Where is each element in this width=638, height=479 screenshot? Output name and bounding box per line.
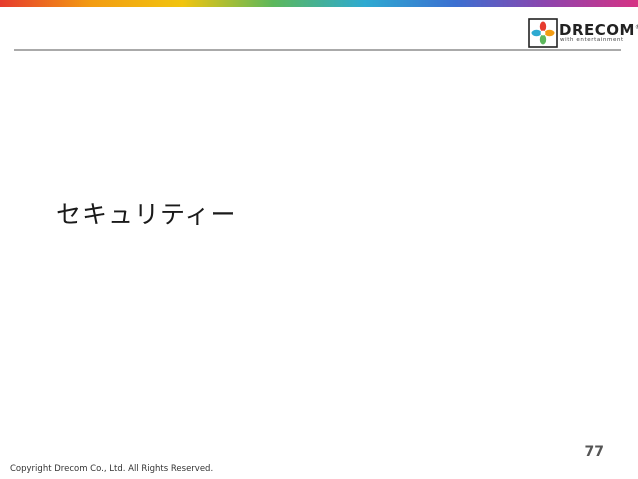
copyright-notice: Copyright Drecom Co., Ltd. All Rights Re… (10, 464, 214, 474)
header-divider (14, 49, 621, 51)
page-number: 77 (584, 444, 604, 460)
slide: DRECOM® with entertainment セキュリティー 77 Co… (0, 0, 638, 479)
drecom-flower-mark-icon (528, 18, 558, 48)
slide-title: セキュリティー (56, 200, 237, 229)
logo-tagline: with entertainment (560, 37, 624, 43)
drecom-logo: DRECOM® with entertainment (528, 18, 638, 48)
logo-wordmark: DRECOM® (559, 21, 638, 39)
rainbow-header-bar (0, 0, 638, 7)
